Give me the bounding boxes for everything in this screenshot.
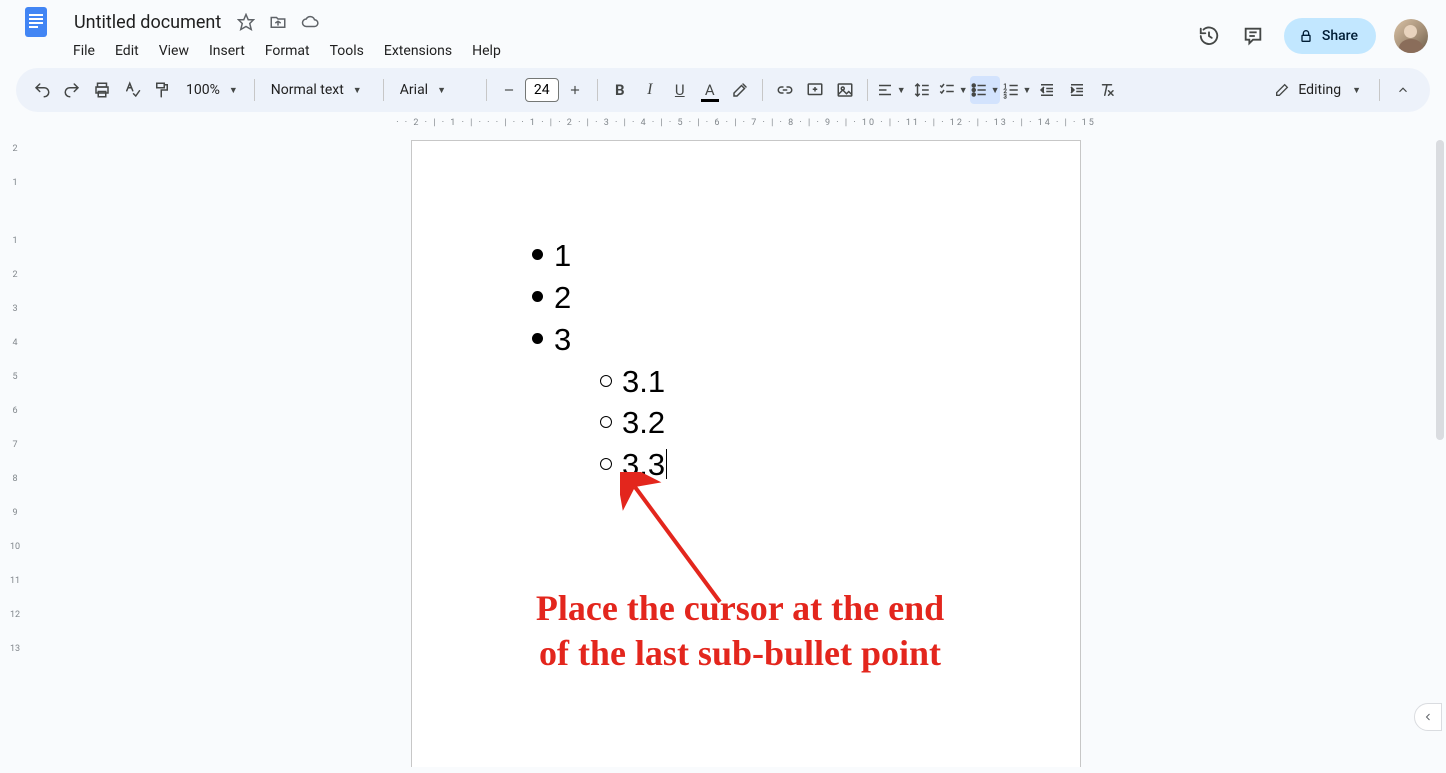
underline-button[interactable]: U [666,76,694,104]
redo-button[interactable] [58,76,86,104]
font-select[interactable]: Arial ▼ [392,76,478,104]
history-icon[interactable] [1196,23,1222,49]
italic-button[interactable]: I [636,76,664,104]
separator [762,79,763,101]
scrollbar[interactable] [1436,140,1444,440]
decrease-font-button[interactable] [495,76,523,104]
menu-file[interactable]: File [64,39,104,63]
separator [867,79,868,101]
paint-format-button[interactable] [148,76,176,104]
increase-font-button[interactable] [561,76,589,104]
chevron-down-icon: ▼ [229,85,238,96]
menu-edit[interactable]: Edit [106,39,148,63]
chevron-down-icon: ▼ [353,85,362,96]
separator [254,79,255,101]
menu-tools[interactable]: Tools [321,39,373,63]
move-icon[interactable] [267,11,289,33]
zoom-select[interactable]: 100% ▼ [178,76,246,104]
font-value: Arial [400,82,428,98]
zoom-value: 100% [186,82,220,98]
align-button[interactable]: ▼ [876,76,906,104]
increase-indent-button[interactable] [1063,76,1091,104]
star-icon[interactable] [235,11,257,33]
vertical-ruler: 2112345678910111213 [0,140,24,767]
list-item-text: 3 [554,322,571,357]
decrease-indent-button[interactable] [1033,76,1061,104]
editing-mode-label: Editing [1298,82,1341,98]
separator [486,79,487,101]
clear-formatting-button[interactable] [1093,76,1121,104]
page[interactable]: 1 2 3 3.1 3.2 3.3 [411,140,1081,767]
separator [1379,79,1380,101]
print-button[interactable] [88,76,116,104]
svg-text:3: 3 [1003,93,1006,99]
highlight-button[interactable] [726,76,754,104]
text-color-button[interactable]: A [696,76,724,104]
chevron-down-icon: ▼ [991,85,1000,96]
font-size-input[interactable]: 24 [525,78,559,102]
document-title[interactable]: Untitled document [68,10,227,35]
bulleted-list-button[interactable]: ▼ [970,76,1000,104]
lock-icon [1298,28,1314,44]
toolbar-wrap: 100% ▼ Normal text ▼ Arial ▼ 24 B I U A ▼ ▼… [0,68,1446,118]
chevron-down-icon: ▼ [959,85,968,96]
bold-button[interactable]: B [606,76,634,104]
checklist-button[interactable]: ▼ [938,76,968,104]
separator [383,79,384,101]
list-item[interactable]: 1 [532,235,986,277]
separator [597,79,598,101]
top-right-actions: Share [1196,18,1428,54]
share-label: Share [1322,28,1358,44]
text-cursor [666,449,667,479]
insert-link-button[interactable] [771,76,799,104]
menu-extensions[interactable]: Extensions [375,39,461,63]
list-item[interactable]: 3.1 [600,361,986,403]
chevron-down-icon: ▼ [1023,85,1032,96]
menu-help[interactable]: Help [463,39,510,63]
menu-format[interactable]: Format [256,39,319,63]
share-button[interactable]: Share [1284,18,1376,54]
document-content[interactable]: 1 2 3 3.1 3.2 3.3 [506,235,986,486]
list-item-text: 3.3 [622,447,665,482]
canvas[interactable]: 1 2 3 3.1 3.2 3.3 [56,136,1436,767]
style-value: Normal text [271,82,344,98]
chevron-down-icon: ▼ [1352,85,1361,96]
list-item[interactable]: 3.3 [600,444,986,486]
list-item[interactable]: 2 [532,277,986,319]
comments-icon[interactable] [1240,23,1266,49]
docs-logo[interactable] [16,2,56,42]
numbered-list-button[interactable]: 123▼ [1002,76,1032,104]
list-item[interactable]: 3 3.1 3.2 3.3 [532,319,986,486]
cloud-status-icon[interactable] [299,11,321,33]
toolbar: 100% ▼ Normal text ▼ Arial ▼ 24 B I U A ▼ ▼… [16,68,1430,112]
chevron-down-icon: ▼ [437,85,446,96]
list-item[interactable]: 3.2 [600,402,986,444]
account-avatar[interactable] [1394,19,1428,53]
insert-image-button[interactable] [831,76,859,104]
collapse-toolbar-button[interactable] [1388,75,1418,105]
line-spacing-button[interactable] [908,76,936,104]
add-comment-button[interactable] [801,76,829,104]
style-select[interactable]: Normal text ▼ [263,76,375,104]
spellcheck-button[interactable] [118,76,146,104]
menu-insert[interactable]: Insert [200,39,254,63]
pencil-icon [1274,82,1290,98]
menu-view[interactable]: View [150,39,198,63]
editing-mode-button[interactable]: Editing ▼ [1264,74,1371,106]
chevron-down-icon: ▼ [897,85,906,96]
show-side-panel-button[interactable] [1414,703,1442,731]
undo-button[interactable] [28,76,56,104]
horizontal-ruler: · · 2 · | · 1 · | · · · | · · 1 · | · 2 … [56,118,1436,132]
